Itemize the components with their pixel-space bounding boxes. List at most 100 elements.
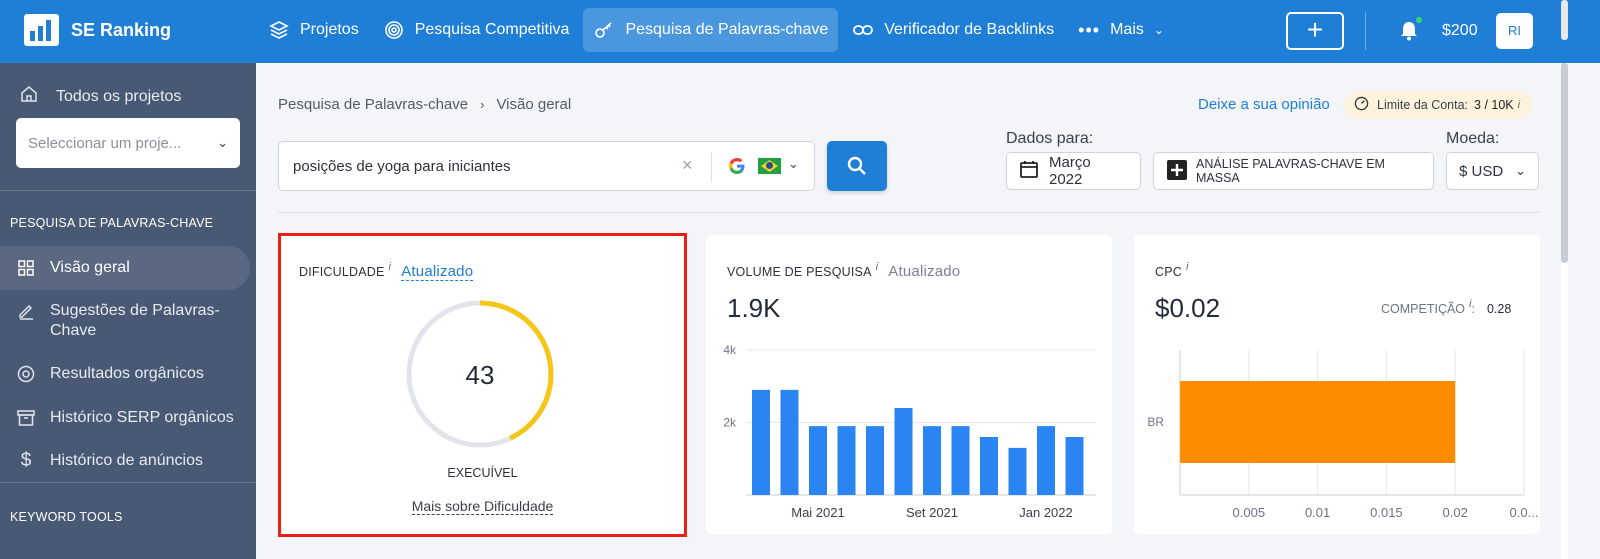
sidebar-item-organic-results[interactable]: Resultados orgânicos <box>0 364 250 384</box>
dots-icon: ••• <box>1078 19 1101 40</box>
clear-icon[interactable]: × <box>682 155 693 176</box>
top-navbar: SE Ranking Projetos Pesquisa Competitiva… <box>0 0 1600 63</box>
avatar[interactable]: RI <box>1496 13 1533 49</box>
volume-bar <box>951 426 970 495</box>
currency-label: Moeda: <box>1446 130 1500 147</box>
nav-keyword-research[interactable]: Pesquisa de Palavras-chave <box>583 8 839 52</box>
key-icon <box>593 20 615 40</box>
info-icon[interactable]: i <box>1186 261 1189 273</box>
breadcrumb-root[interactable]: Pesquisa de Palavras-chave <box>278 96 468 113</box>
project-select[interactable]: Seleccionar um proje... ⌄ <box>16 118 240 168</box>
nav-label: Projetos <box>300 21 359 38</box>
x-tick-label: Mai 2021 <box>791 505 844 520</box>
chevron-right-icon: › <box>480 97 485 112</box>
competition-row: COMPETIÇÃO i: 0.28 <box>1381 298 1511 316</box>
brazil-flag-icon <box>758 158 781 174</box>
account-limit-badge[interactable]: Limite da Conta: 3 / 10K i <box>1344 91 1533 119</box>
chevron-down-icon[interactable]: ⌄ <box>788 156 799 172</box>
date-picker[interactable]: Março 2022 <box>1006 152 1141 190</box>
nav-competitive[interactable]: Pesquisa Competitiva <box>373 8 580 52</box>
sidebar-item-suggestions[interactable]: Sugestões de Palavras-Chave <box>0 301 230 341</box>
sidebar-item-label: Visão geral <box>50 259 130 276</box>
keyword-search-box[interactable]: posições de yoga para iniciantes × ⌄ <box>278 141 815 191</box>
sidebar-item-serp-history[interactable]: Histórico SERP orgânicos <box>0 408 250 428</box>
scrollbar-thumb[interactable] <box>1561 63 1568 263</box>
sidebar: Todos os projetos Seleccionar um proje..… <box>0 63 256 559</box>
volume-bar <box>894 408 913 495</box>
bulk-analysis-label: ANÁLISE PALAVRAS-CHAVE EM MASSA <box>1196 157 1385 185</box>
volume-bar <box>1065 437 1084 495</box>
cpc-bar-chart: 0.005 0.01 0.015 0.02 0.0... BR <box>1147 350 1538 520</box>
highlight-frame <box>278 233 687 537</box>
volume-updated-label: Atualizado <box>888 263 961 280</box>
y-category-label: BR <box>1147 415 1164 429</box>
account-balance[interactable]: $200 <box>1442 22 1478 40</box>
grid-icon <box>16 258 36 278</box>
nav-label: Pesquisa Competitiva <box>414 21 570 38</box>
volume-bar <box>866 426 884 495</box>
competition-label: COMPETIÇÃO <box>1381 302 1466 316</box>
sidebar-item-overview[interactable]: Visão geral <box>0 246 250 290</box>
breadcrumb: Pesquisa de Palavras-chave › Visão geral <box>278 96 571 113</box>
calendar-icon <box>1019 159 1039 183</box>
sidebar-section-title: KEYWORD TOOLS <box>10 510 123 524</box>
app-name: SE Ranking <box>71 19 172 40</box>
x-tick-label: 0.02 <box>1443 505 1468 520</box>
project-select-placeholder: Seleccionar um proje... <box>28 134 182 152</box>
cpc-title: CPC <box>1155 265 1182 279</box>
x-tick-label: 0.005 <box>1233 505 1266 520</box>
sidebar-divider <box>0 190 256 191</box>
add-button[interactable]: + <box>1286 12 1344 50</box>
cpc-title-row: CPC i <box>1155 261 1189 279</box>
bulk-analysis-button[interactable]: ANÁLISE PALAVRAS-CHAVE EM MASSA <box>1153 152 1434 190</box>
divider <box>278 212 1540 213</box>
volume-bar <box>980 437 998 495</box>
notification-dot <box>1415 16 1423 24</box>
add-box-icon <box>1166 159 1188 184</box>
speedometer-icon <box>1354 96 1369 114</box>
chevron-down-icon: ⌄ <box>1515 163 1526 178</box>
x-tick-label: Jan 2022 <box>1019 505 1073 520</box>
x-tick-label: 0.015 <box>1370 505 1403 520</box>
volume-bar <box>1008 447 1027 495</box>
search-button[interactable] <box>827 141 887 191</box>
volume-bar <box>923 426 941 495</box>
date-value: Março 2022 <box>1049 154 1091 188</box>
sidebar-item-ads-history[interactable]: $ Histórico de anúncios <box>0 451 250 471</box>
currency-select[interactable]: $ USD ⌄ <box>1446 152 1539 190</box>
search-volume-card: VOLUME DE PESQUISA i Atualizado 1.9K 4k 2k M… <box>706 235 1112 534</box>
data-for-label: Dados para: <box>1006 130 1094 147</box>
logo[interactable]: SE Ranking <box>24 14 171 46</box>
competition-value: 0.28 <box>1486 302 1512 316</box>
volume-value: 1.9K <box>727 293 781 323</box>
sidebar-item-label: Resultados orgânicos <box>50 365 204 382</box>
currency-value: $ USD <box>1459 162 1504 180</box>
cpc-bar <box>1180 381 1456 463</box>
info-icon[interactable]: i <box>876 261 879 273</box>
divider <box>1365 12 1366 50</box>
pencil-icon <box>16 301 36 321</box>
google-icon <box>729 158 745 174</box>
x-tick-label: 0.01 <box>1305 505 1330 520</box>
competition-colon: : <box>1471 302 1475 316</box>
feedback-link[interactable]: Deixe a sua opinião <box>1198 96 1330 113</box>
search-input[interactable]: posições de yoga para iniciantes <box>293 158 511 175</box>
dollar-icon: $ <box>20 450 32 471</box>
sidebar-item-label: Histórico de anúncios <box>50 452 203 469</box>
nav-backlinks[interactable]: Verificador de Backlinks <box>842 8 1064 52</box>
scrollbar-top <box>1561 0 1568 40</box>
divider <box>711 152 712 182</box>
sidebar-section-title: PESQUISA DE PALAVRAS-CHAVE <box>10 216 214 230</box>
all-projects-link[interactable]: Todos os projetos <box>20 85 181 108</box>
sidebar-divider <box>0 482 256 483</box>
info-icon[interactable]: i <box>1518 99 1520 111</box>
chevron-down-icon: ⌄ <box>217 135 228 150</box>
nav-projects[interactable]: Projetos <box>258 8 369 52</box>
breadcrumb-current: Visão geral <box>496 96 572 113</box>
volume-bar <box>1037 426 1055 495</box>
archive-icon <box>16 408 36 428</box>
chevron-down-icon: ⌄ <box>1153 23 1164 37</box>
nav-more[interactable]: ••• Mais ⌄ <box>1068 8 1174 52</box>
home-icon <box>20 85 40 108</box>
volume-bar <box>752 389 770 495</box>
